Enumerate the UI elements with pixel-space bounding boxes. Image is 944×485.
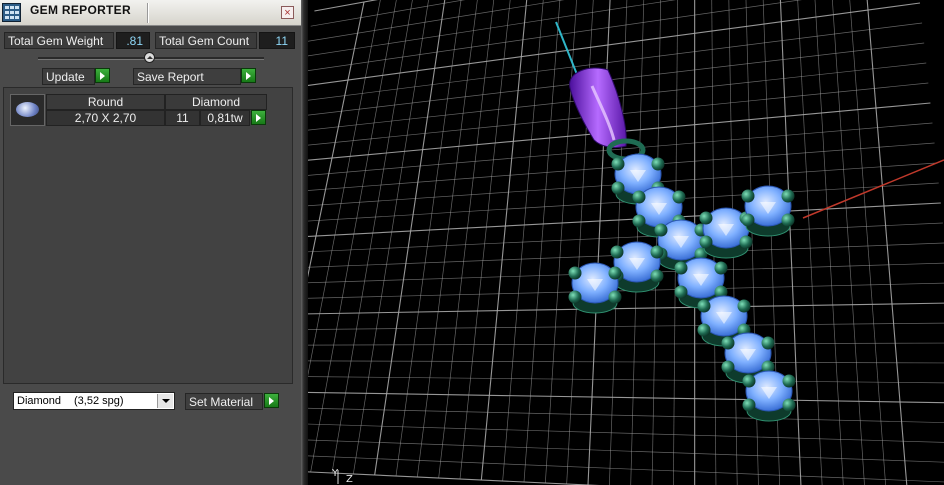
grid-line bbox=[308, 439, 944, 463]
prong bbox=[721, 336, 735, 350]
title-bar: GEM REPORTER × bbox=[0, 0, 301, 26]
prong bbox=[632, 190, 646, 204]
grid-line bbox=[308, 471, 600, 485]
material-select[interactable]: Diamond (3,52 spg) bbox=[13, 392, 175, 410]
prong bbox=[697, 323, 711, 337]
gem-material-header: Diamond bbox=[165, 94, 267, 110]
grid-line bbox=[308, 360, 944, 364]
prong bbox=[741, 189, 755, 203]
app-icon bbox=[2, 3, 21, 22]
set-material-button[interactable]: Set Material bbox=[185, 393, 263, 410]
prong bbox=[782, 398, 796, 412]
prong bbox=[672, 190, 686, 204]
grid-line bbox=[308, 455, 944, 483]
update-button[interactable]: Update bbox=[42, 68, 95, 85]
axis-label-z: Z bbox=[346, 474, 353, 485]
prong bbox=[654, 223, 668, 237]
gem-weight-cell: 0,81tw bbox=[200, 110, 250, 126]
gem-shape-header: Round bbox=[46, 94, 165, 110]
grid-line bbox=[308, 0, 677, 57]
panel-divider[interactable] bbox=[301, 0, 308, 485]
prong bbox=[651, 157, 665, 171]
arrow-right-icon[interactable] bbox=[264, 393, 279, 408]
gem-size-cell: 2,70 X 2,70 bbox=[46, 110, 165, 126]
arrow-right-icon[interactable] bbox=[95, 68, 110, 83]
prong bbox=[699, 211, 713, 225]
grid-line bbox=[308, 342, 944, 346]
3d-viewport[interactable]: Y Z bbox=[308, 0, 944, 485]
gem-list bbox=[3, 87, 293, 384]
prong bbox=[714, 261, 728, 275]
grid-line bbox=[849, 0, 886, 485]
arrow-right-icon[interactable] bbox=[241, 68, 256, 83]
prong bbox=[697, 299, 711, 313]
grid-line bbox=[308, 376, 944, 384]
prong bbox=[761, 336, 775, 350]
prong bbox=[674, 285, 688, 299]
grid-line bbox=[352, 0, 429, 475]
grid-line bbox=[308, 302, 944, 315]
grid-line bbox=[609, 0, 628, 485]
prong bbox=[650, 269, 664, 283]
prong bbox=[611, 157, 625, 171]
grid bbox=[308, 0, 944, 485]
material-select-name: Diamond bbox=[17, 395, 62, 407]
prong bbox=[742, 374, 756, 388]
prong bbox=[737, 299, 751, 313]
prong bbox=[632, 214, 646, 228]
scene-svg bbox=[308, 0, 944, 485]
prong bbox=[742, 398, 756, 412]
total-gem-count-value: 11 bbox=[259, 32, 295, 49]
x-axis-line bbox=[802, 159, 944, 219]
prong bbox=[611, 181, 625, 195]
save-report-button[interactable]: Save Report bbox=[133, 68, 241, 85]
arrow-right-icon[interactable] bbox=[251, 110, 266, 125]
slider-knob-icon[interactable] bbox=[144, 52, 155, 63]
grid-line bbox=[502, 0, 544, 482]
chevron-down-icon[interactable] bbox=[157, 394, 173, 408]
window-title: GEM REPORTER bbox=[30, 3, 131, 17]
prong bbox=[739, 235, 753, 249]
grid-line bbox=[416, 0, 478, 478]
prong bbox=[721, 360, 735, 374]
prong bbox=[782, 374, 796, 388]
prong bbox=[741, 213, 755, 227]
material-select-sg: (3,52 spg) bbox=[74, 395, 124, 407]
grid-line bbox=[310, 0, 466, 27]
gem-reporter-panel: GEM REPORTER × Total Gem Weight .81 Tota… bbox=[0, 0, 301, 485]
close-icon[interactable]: × bbox=[281, 6, 294, 19]
grid-line bbox=[459, 0, 511, 480]
title-separator bbox=[147, 3, 148, 23]
prong bbox=[568, 290, 582, 304]
grid-line bbox=[832, 0, 865, 485]
prong bbox=[650, 245, 664, 259]
gem-count-cell: 11 bbox=[165, 110, 200, 126]
pendant-model bbox=[568, 67, 796, 422]
prong bbox=[610, 245, 624, 259]
grid-line bbox=[308, 423, 944, 443]
total-gem-weight-label: Total Gem Weight bbox=[4, 32, 114, 49]
grid-line bbox=[308, 322, 944, 330]
grid-line bbox=[480, 0, 528, 481]
prong bbox=[608, 266, 622, 280]
total-gem-weight-value: .81 bbox=[116, 32, 150, 49]
grid-line bbox=[395, 0, 462, 477]
grid-line bbox=[331, 0, 413, 474]
prong bbox=[781, 213, 795, 227]
grid-line bbox=[866, 0, 908, 485]
grid-line bbox=[544, 0, 577, 484]
total-gem-count-label: Total Gem Count bbox=[155, 32, 257, 49]
prong bbox=[674, 261, 688, 275]
gem-thumbnail-icon bbox=[10, 94, 45, 126]
prong bbox=[781, 189, 795, 203]
prong bbox=[699, 235, 713, 249]
prong bbox=[608, 290, 622, 304]
prong bbox=[568, 266, 582, 280]
grid-line bbox=[308, 391, 944, 404]
axis-label-y: Y bbox=[332, 468, 339, 479]
